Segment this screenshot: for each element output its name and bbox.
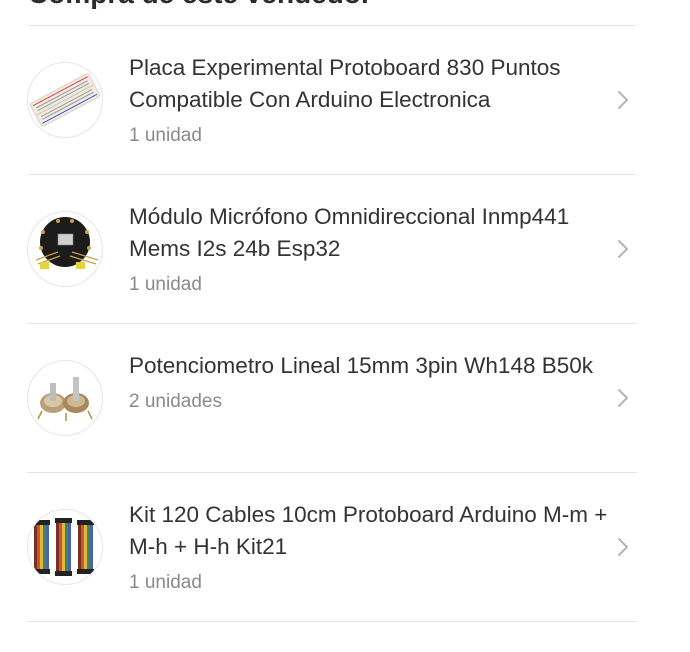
item-title: Placa Experimental Protoboard 830 Puntos… xyxy=(129,55,561,112)
item-quantity: 1 unidad xyxy=(129,274,202,295)
chevron-right-icon xyxy=(618,91,628,109)
jumper-cables-thumbnail xyxy=(27,509,103,585)
item-title: Módulo Micrófono Omnidireccional Inmp441… xyxy=(129,204,570,261)
list-item[interactable]: Kit 120 Cables 10cm Protoboard Arduino M… xyxy=(27,473,637,621)
item-quantity: 1 unidad xyxy=(129,125,202,146)
item-title: Potenciometro Lineal 15mm 3pin Wh148 B50… xyxy=(129,353,594,378)
list-item[interactable]: Módulo Micrófono Omnidireccional Inmp441… xyxy=(27,175,637,323)
microphone-module-thumbnail xyxy=(27,211,103,287)
divider xyxy=(27,621,637,622)
chevron-right-icon xyxy=(618,538,628,556)
breadboard-thumbnail xyxy=(27,62,103,138)
purchase-item-list: Placa Experimental Protoboard 830 Puntos… xyxy=(27,25,637,622)
list-item[interactable]: Placa Experimental Protoboard 830 Puntos… xyxy=(27,26,637,174)
item-quantity: 1 unidad xyxy=(129,572,202,593)
potentiometer-thumbnail xyxy=(27,360,103,436)
chevron-right-icon xyxy=(618,389,628,407)
section-title: Compra de este vendedor xyxy=(28,0,372,10)
item-quantity: 2 unidades xyxy=(129,391,222,412)
item-title: Kit 120 Cables 10cm Protoboard Arduino M… xyxy=(129,502,608,559)
chevron-right-icon xyxy=(618,240,628,258)
list-item[interactable]: Potenciometro Lineal 15mm 3pin Wh148 B50… xyxy=(27,324,637,472)
